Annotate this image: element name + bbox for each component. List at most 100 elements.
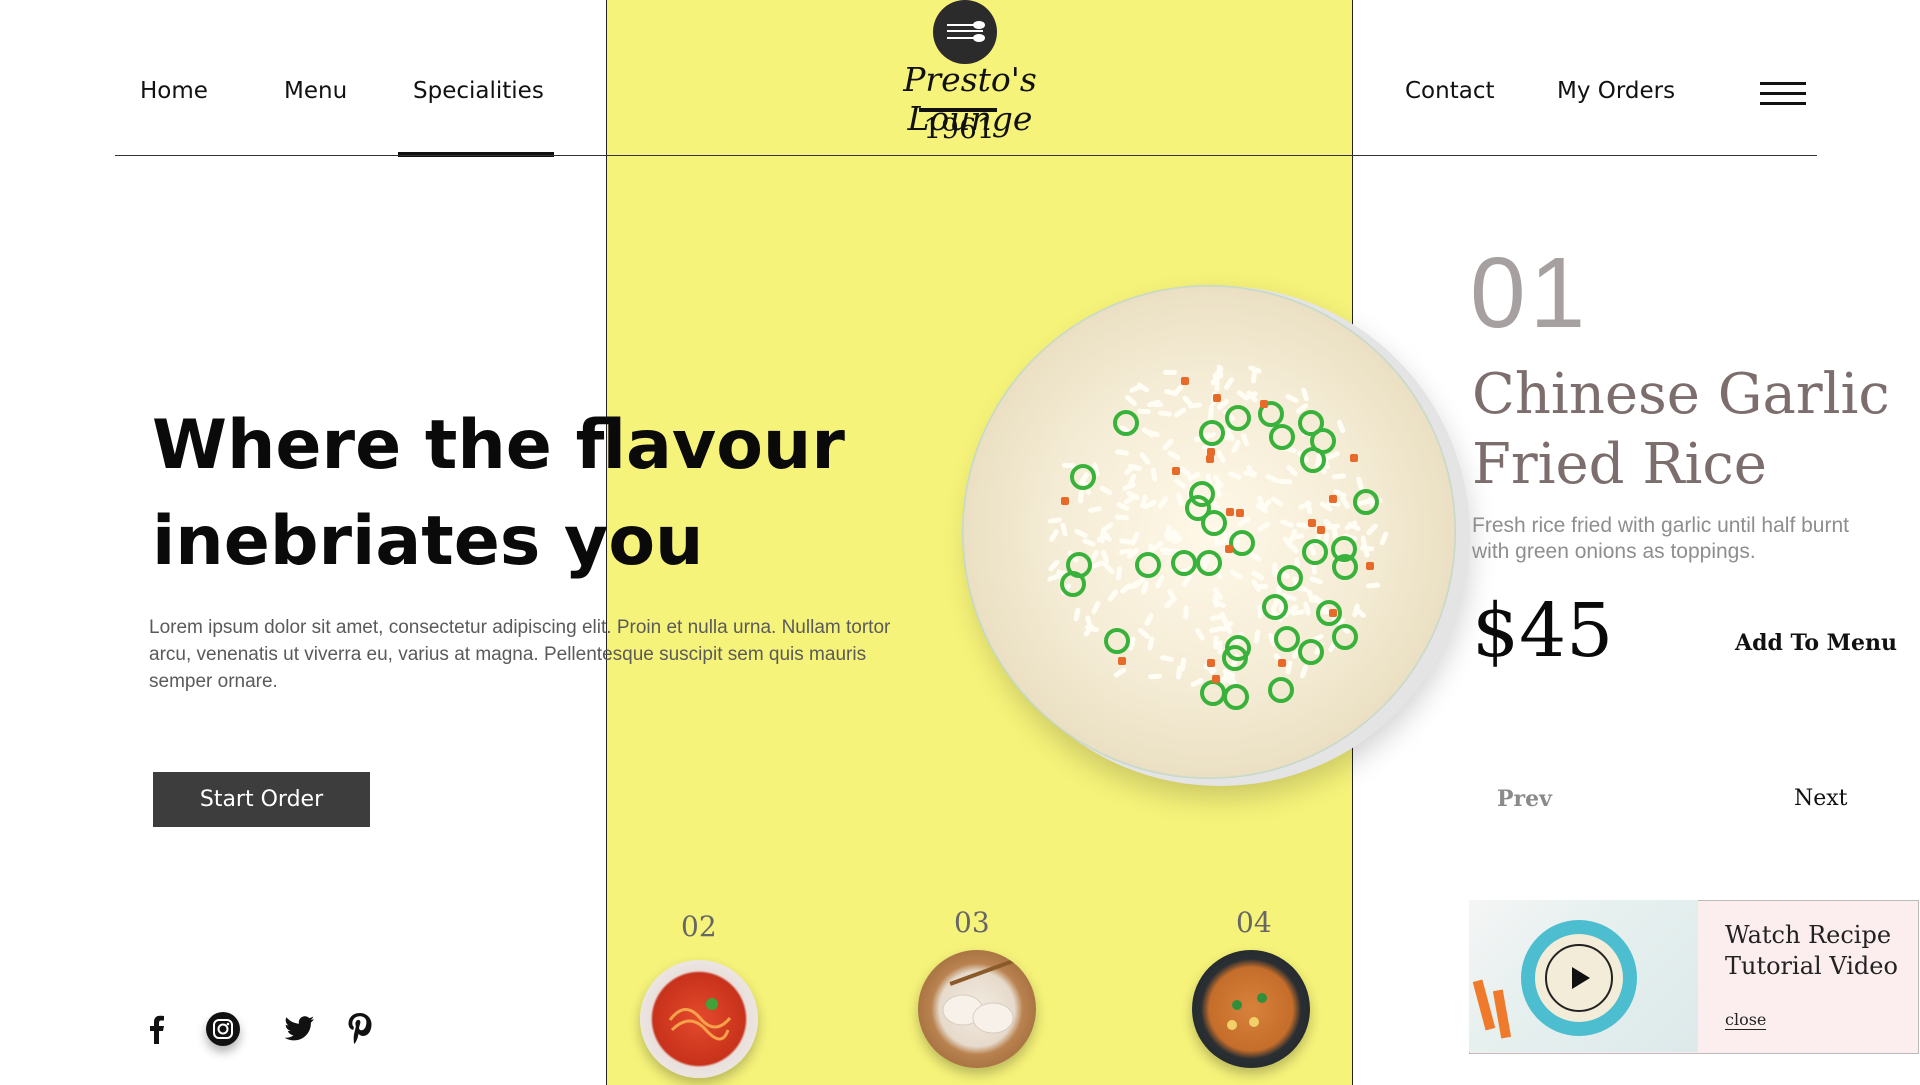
green-onion-topping (1199, 420, 1226, 447)
dumplings-icon[interactable] (918, 950, 1036, 1068)
nav-specialities[interactable]: Specialities (413, 78, 544, 104)
rice-grain (1173, 476, 1188, 490)
rice-grain (1227, 470, 1243, 481)
carrot-piece (1329, 494, 1338, 503)
rice-grain (1059, 522, 1069, 538)
green-onion-topping (1331, 624, 1358, 651)
rice-grain (1078, 489, 1085, 504)
carrot-piece (1061, 497, 1070, 506)
thumb-number-02: 02 (681, 910, 717, 943)
rice-grain (1172, 406, 1187, 419)
rice-grain (1365, 582, 1380, 589)
rice-grain (1072, 607, 1081, 622)
rice-grain (1048, 528, 1060, 543)
green-onion-topping (1261, 593, 1288, 620)
green-onion-topping (1269, 423, 1296, 450)
thumb-number-03: 03 (954, 906, 990, 939)
green-onion-topping (1330, 535, 1357, 562)
rice-grain (1147, 673, 1162, 680)
fried-rice-plate-image (962, 285, 1456, 779)
carrot-piece (1365, 562, 1374, 571)
rice-grain (1302, 601, 1312, 617)
carrot-piece (1260, 399, 1269, 408)
rice-grain (1159, 654, 1175, 663)
rice-grain (1253, 629, 1261, 644)
rice-grain (1308, 575, 1324, 586)
spaghetti-icon[interactable] (640, 960, 758, 1078)
video-close-link[interactable]: close (1725, 1010, 1767, 1030)
rice-grain (1179, 656, 1187, 672)
rice-grain (1157, 410, 1173, 417)
hamburger-menu-icon[interactable] (1760, 82, 1806, 108)
carrot-piece (1205, 455, 1214, 464)
rice-grain (1365, 522, 1380, 537)
green-onion-topping (1201, 509, 1228, 536)
rice-grain (1166, 449, 1181, 461)
carrot-piece (1171, 466, 1180, 475)
video-title-line-2: Tutorial Video (1725, 952, 1898, 980)
dish-name-line-1: Chinese Garlic (1472, 362, 1890, 427)
green-onion-topping (1302, 538, 1329, 565)
rice-grain (1139, 451, 1152, 466)
green-onion-topping (1297, 638, 1324, 665)
logo-year: 1961 (923, 112, 995, 145)
rice-grain (1112, 666, 1128, 679)
green-onion-topping (1276, 564, 1303, 591)
carrot-piece (1117, 657, 1126, 666)
nav-home[interactable]: Home (140, 78, 208, 104)
pinterest-icon[interactable] (343, 1012, 377, 1046)
rice-grain (1156, 495, 1170, 511)
green-onion-topping (1297, 410, 1324, 437)
green-onion-topping (1196, 549, 1223, 576)
hero-title-line-1: Where the flavour (152, 406, 845, 485)
carrot-piece (1328, 608, 1337, 617)
green-onion-topping (1059, 570, 1086, 597)
rice-grain (1143, 611, 1155, 627)
rice-grain (1359, 545, 1374, 552)
carrot-piece (1316, 526, 1325, 535)
rice-grain (1279, 518, 1295, 529)
instagram-icon[interactable] (206, 1012, 240, 1046)
rice-grain (1336, 419, 1347, 434)
rice-grain (1331, 473, 1347, 481)
start-order-button[interactable]: Start Order (153, 772, 370, 827)
rice-grain (1300, 387, 1310, 402)
rice-grain (1175, 491, 1185, 507)
rice-grain (1230, 439, 1242, 455)
carrot-piece (1350, 453, 1359, 462)
rice-grain (1098, 484, 1114, 497)
dish-name: Chinese Garlic Fried Rice (1472, 360, 1912, 500)
nav-menu[interactable]: Menu (284, 78, 347, 104)
video-title: Watch Recipe Tutorial Video (1725, 920, 1905, 982)
green-onion-topping (1069, 464, 1096, 491)
rice-grain (1299, 664, 1309, 680)
rice-grain (1115, 565, 1123, 581)
cutlery-icon[interactable] (933, 0, 997, 64)
rice-grain (1136, 627, 1151, 641)
twitter-icon[interactable] (283, 1012, 317, 1046)
dish-index: 01 (1470, 237, 1590, 349)
rice-grain (1114, 448, 1130, 456)
green-onion-topping (1223, 683, 1250, 710)
nav-contact[interactable]: Contact (1405, 78, 1494, 104)
rice-grain (1150, 467, 1159, 483)
green-onion-topping (1274, 625, 1301, 652)
green-onion-topping (1134, 551, 1161, 578)
facebook-icon[interactable] (140, 1012, 174, 1046)
add-to-menu-button[interactable]: Add To Menu (1735, 630, 1897, 656)
rice-grain (1269, 495, 1285, 508)
rice-grain (1219, 611, 1230, 626)
rice-grain (1285, 660, 1294, 675)
hero-description: Lorem ipsum dolor sit amet, consectetur … (149, 617, 891, 692)
prev-button[interactable]: Prev (1497, 786, 1552, 812)
header-divider (115, 155, 1817, 156)
play-icon[interactable] (1545, 944, 1613, 1012)
green-onion-topping (1268, 677, 1295, 704)
nav-my-orders[interactable]: My Orders (1557, 78, 1675, 104)
rice-grain (1140, 426, 1156, 439)
stir-fry-icon[interactable] (1192, 950, 1310, 1068)
carrot-piece (1225, 544, 1234, 553)
video-title-line-1: Watch Recipe (1725, 921, 1892, 949)
rice-grain (1212, 635, 1219, 650)
next-button[interactable]: Next (1794, 786, 1848, 811)
